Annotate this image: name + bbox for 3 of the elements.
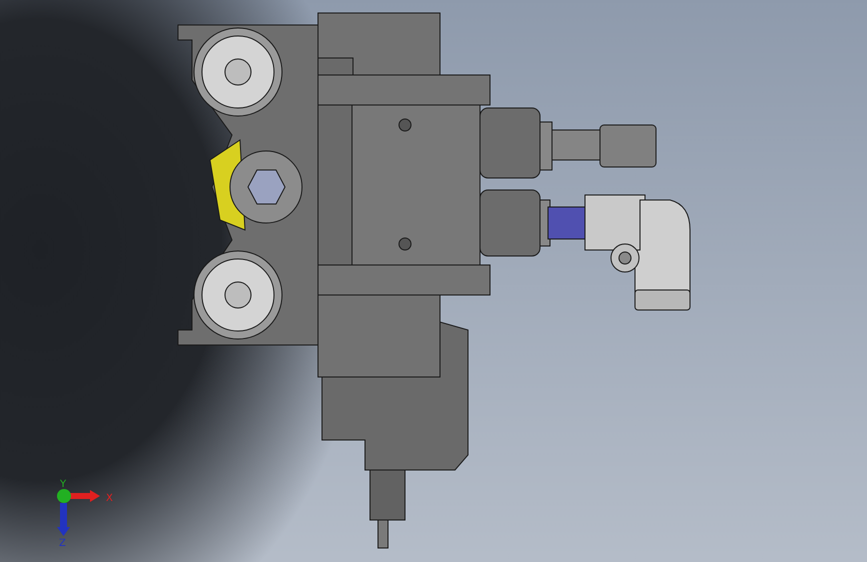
axis-label: Y: [60, 479, 66, 490]
axis-label: Z: [59, 538, 66, 549]
axis-label: X: [106, 493, 113, 504]
